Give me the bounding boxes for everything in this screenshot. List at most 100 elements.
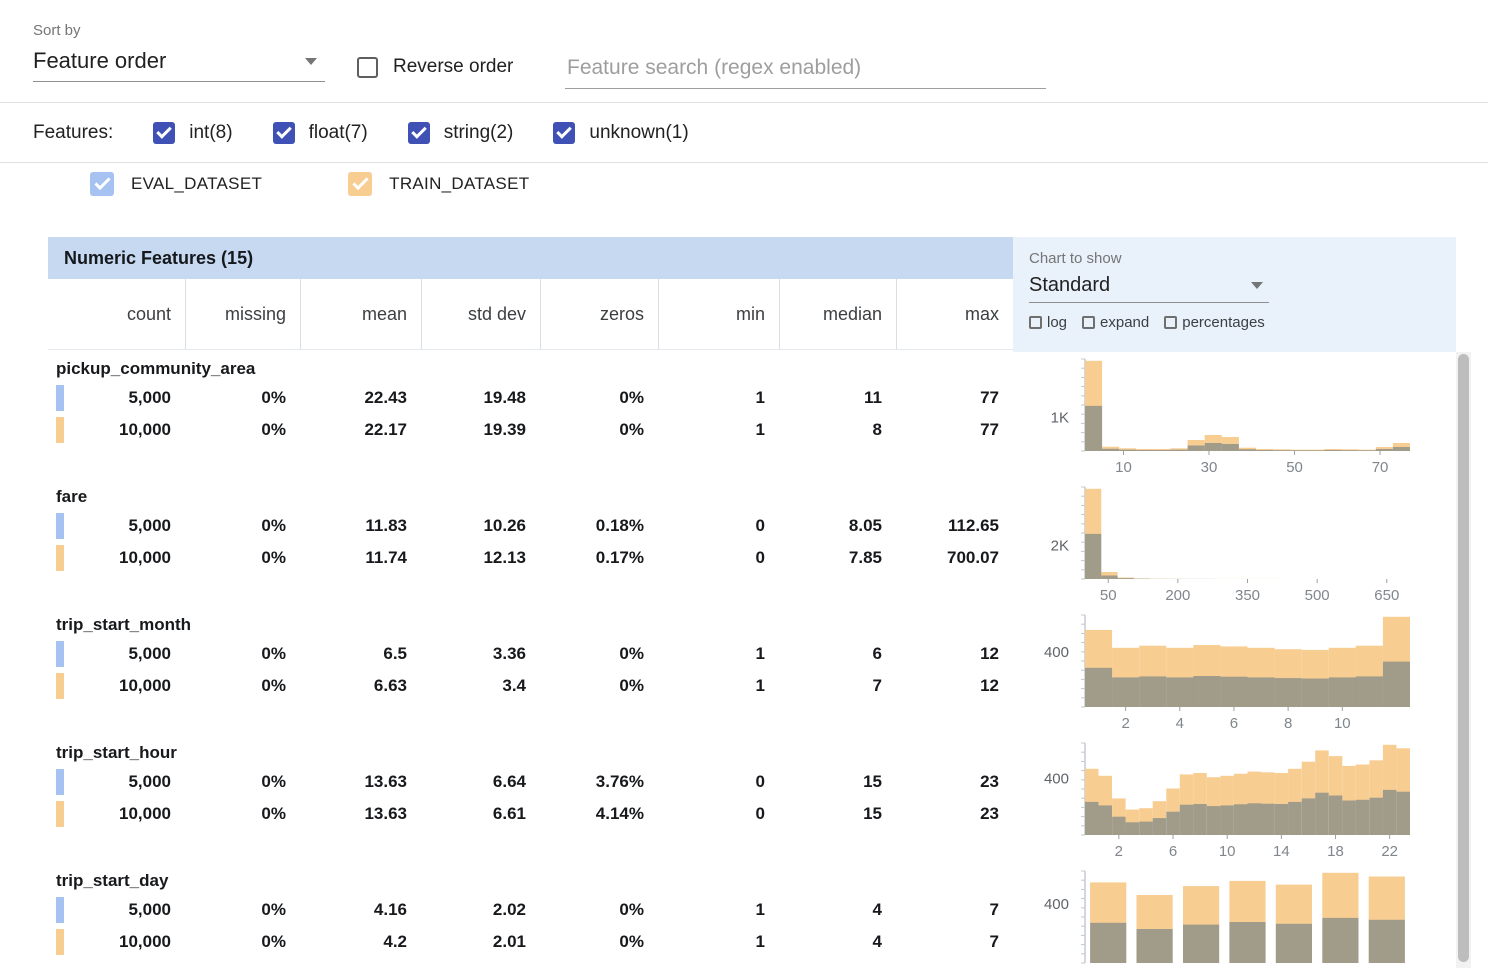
stat-value: 1 (658, 932, 779, 952)
stat-value: 11 (779, 388, 896, 408)
stat-value: 0% (185, 388, 300, 408)
stat-value: 0% (185, 420, 300, 440)
sort-by-group: Sort by Feature order (33, 22, 325, 82)
feature-search-input[interactable] (565, 48, 1046, 89)
feature-histogram: 400 (1013, 868, 1456, 968)
reverse-order-checkbox[interactable] (357, 57, 378, 78)
stat-value: 0% (540, 388, 658, 408)
float-checkbox[interactable] (273, 122, 295, 144)
feature-list: pickup_community_area 5,0000%22.4319.480… (48, 352, 1456, 968)
stat-value: 11.74 (300, 548, 421, 568)
stat-value: 10,000 (48, 420, 185, 440)
scrollbar-thumb[interactable] (1458, 354, 1469, 962)
sort-by-label: Sort by (33, 22, 325, 39)
reverse-order-group: Reverse order (357, 56, 513, 78)
svg-text:500: 500 (1305, 587, 1330, 604)
stat-value: 0% (185, 676, 300, 696)
sort-by-value: Feature order (33, 48, 166, 74)
log-checkbox[interactable] (1029, 316, 1042, 329)
stat-value: 0.17% (540, 548, 658, 568)
chart-type-select[interactable]: Standard (1029, 267, 1269, 303)
filter-item-int[interactable]: int(8) (153, 122, 232, 144)
expand-option[interactable]: expand (1082, 314, 1149, 331)
stat-value: 0% (185, 516, 300, 536)
filter-item-unknown[interactable]: unknown(1) (553, 122, 688, 144)
stat-value: 5,000 (48, 644, 185, 664)
svg-text:8: 8 (1284, 715, 1292, 732)
stat-value: 0% (185, 804, 300, 824)
stat-value: 19.39 (421, 420, 540, 440)
sort-by-select[interactable]: Feature order (33, 39, 325, 82)
train-dataset-checkbox[interactable] (348, 172, 372, 196)
stat-value: 4 (779, 900, 896, 920)
eval-dataset-checkbox[interactable] (90, 172, 114, 196)
svg-text:650: 650 (1374, 587, 1399, 604)
expand-label: expand (1100, 314, 1149, 331)
svg-text:10: 10 (1334, 715, 1351, 732)
svg-text:10: 10 (1219, 843, 1236, 860)
stat-value: 11.83 (300, 516, 421, 536)
stat-value: 12 (896, 644, 1013, 664)
chart-type-value: Standard (1029, 274, 1110, 297)
svg-text:14: 14 (1273, 843, 1290, 860)
eval-color-chip (56, 385, 64, 411)
log-label: log (1047, 314, 1067, 331)
stat-value: 5,000 (48, 516, 185, 536)
float-checkbox-label: float(7) (309, 122, 368, 144)
percentages-checkbox[interactable] (1164, 316, 1177, 329)
stat-value: 77 (896, 420, 1013, 440)
stat-value: 5,000 (48, 388, 185, 408)
column-header-zeros: zeros (540, 279, 658, 349)
svg-text:400: 400 (1044, 771, 1069, 788)
chart-option-row: log expand percentages (1029, 314, 1456, 331)
histogram-svg: 4002610141822 (1013, 740, 1456, 864)
stat-value: 0% (185, 548, 300, 568)
stat-value: 0% (185, 900, 300, 920)
histogram-svg: 400246810 (1013, 612, 1456, 736)
stat-value: 0 (658, 516, 779, 536)
svg-text:2: 2 (1115, 843, 1123, 860)
stat-value: 0 (658, 548, 779, 568)
stat-value: 3.4 (421, 676, 540, 696)
feature-row: fare 5,0000%11.8310.260.18%08.05112.65 1… (48, 480, 1456, 608)
histogram-svg: 400 (1013, 868, 1456, 968)
stat-value: 0% (540, 932, 658, 952)
train-color-chip (56, 545, 64, 571)
features-filter-label: Features: (33, 122, 113, 144)
dataset-item-train[interactable]: TRAIN_DATASET (348, 172, 529, 196)
svg-text:2: 2 (1121, 715, 1129, 732)
svg-text:50: 50 (1100, 587, 1117, 604)
filter-item-float[interactable]: float(7) (273, 122, 368, 144)
stat-value: 15 (779, 772, 896, 792)
stat-value: 10,000 (48, 804, 185, 824)
stat-value: 2.02 (421, 900, 540, 920)
stat-value: 0% (540, 420, 658, 440)
percentages-label: percentages (1182, 314, 1265, 331)
stat-value: 1 (658, 676, 779, 696)
filter-item-string[interactable]: string(2) (408, 122, 514, 144)
eval-color-chip (56, 897, 64, 923)
train-dataset-label: TRAIN_DATASET (389, 174, 529, 194)
unknown-checkbox[interactable] (553, 122, 575, 144)
eval-color-chip (56, 641, 64, 667)
svg-text:10: 10 (1115, 459, 1132, 476)
train-color-chip (56, 673, 64, 699)
stat-value: 4 (779, 932, 896, 952)
features-filter-row: Features: int(8) float(7) string(2) unkn… (0, 104, 1488, 163)
unknown-checkbox-label: unknown(1) (589, 122, 688, 144)
stat-value: 4.14% (540, 804, 658, 824)
stat-value: 1 (658, 388, 779, 408)
stat-value: 7 (896, 900, 1013, 920)
percentages-option[interactable]: percentages (1164, 314, 1265, 331)
stat-value: 1 (658, 644, 779, 664)
log-option[interactable]: log (1029, 314, 1067, 331)
eval-dataset-label: EVAL_DATASET (131, 174, 262, 194)
svg-text:2K: 2K (1051, 538, 1069, 555)
string-checkbox[interactable] (408, 122, 430, 144)
stat-value: 22.43 (300, 388, 421, 408)
int-checkbox[interactable] (153, 122, 175, 144)
dataset-item-eval[interactable]: EVAL_DATASET (90, 172, 262, 196)
expand-checkbox[interactable] (1082, 316, 1095, 329)
svg-text:400: 400 (1044, 644, 1069, 661)
stat-value: 19.48 (421, 388, 540, 408)
